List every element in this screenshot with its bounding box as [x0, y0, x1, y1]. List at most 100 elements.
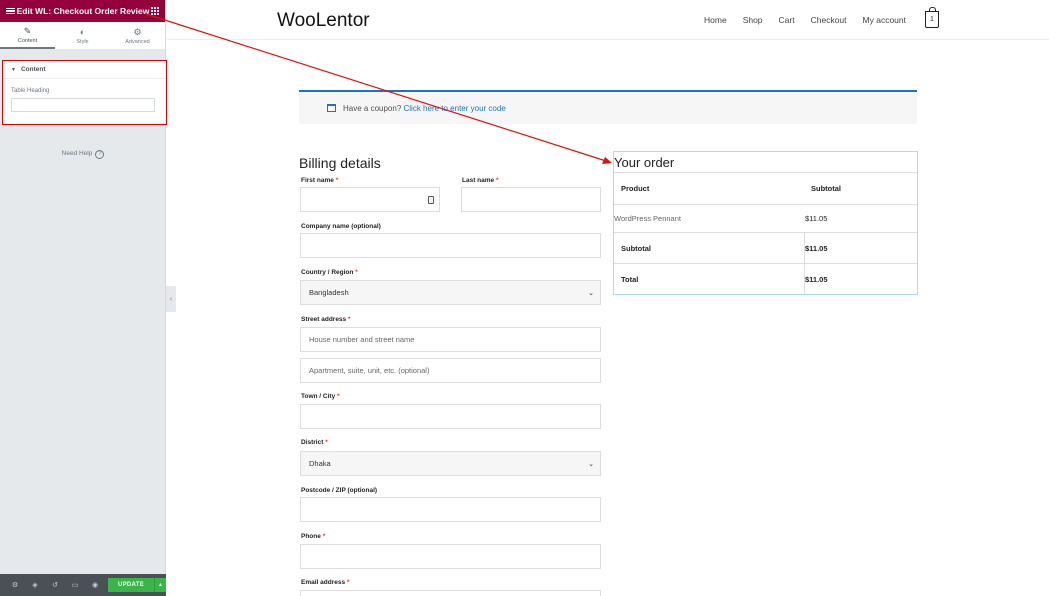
- required-mark: *: [325, 439, 328, 446]
- annotation-arrow-head: [602, 157, 612, 164]
- district-label-text: District: [301, 439, 324, 446]
- required-mark: *: [322, 533, 326, 540]
- required-mark: *: [346, 579, 350, 586]
- preview-eye-icon[interactable]: ◉: [85, 581, 105, 589]
- content-controls-section: ▼ Content Table Heading: [2, 60, 167, 125]
- panel-header: Edit WL: Checkout Order Review: [0, 0, 165, 22]
- last-name-input[interactable]: [461, 187, 601, 212]
- country-value: Bangladesh: [309, 288, 349, 297]
- email-label: Email address *: [301, 579, 349, 586]
- last-name-label: Last name *: [462, 177, 499, 184]
- subtotal-row: Subtotal $11.05: [614, 232, 917, 263]
- phone-label-text: Phone: [301, 533, 321, 540]
- item-name: WordPress Pennant: [614, 214, 681, 223]
- autofill-key-icon[interactable]: ⋮: [428, 196, 434, 204]
- required-mark: *: [355, 269, 358, 276]
- order-review-widget[interactable]: Your order Product Subtotal WordPress Pe…: [613, 151, 918, 295]
- tab-advanced[interactable]: ⚙ Advanced: [110, 22, 165, 49]
- total-label: Total: [621, 274, 639, 284]
- email-input[interactable]: [300, 590, 601, 596]
- country-label: Country / Region *: [301, 269, 358, 276]
- history-icon[interactable]: ↺: [45, 581, 65, 589]
- total-row: Total $11.05: [614, 263, 917, 294]
- table-header-row: Product Subtotal: [614, 172, 917, 204]
- tab-content[interactable]: ✎ Content: [0, 22, 55, 49]
- required-mark: *: [337, 393, 340, 400]
- panel-tabs: ✎ Content ◐ Style ⚙ Advanced: [0, 22, 165, 50]
- navigator-icon[interactable]: ◈: [25, 581, 45, 589]
- table-heading-label: Table Heading: [11, 88, 50, 94]
- city-label-text: Town / City: [301, 393, 336, 400]
- table-heading-input[interactable]: [11, 98, 155, 112]
- tab-style[interactable]: ◐ Style: [55, 22, 110, 49]
- site-logo[interactable]: WooLentor: [277, 10, 370, 32]
- last-name-label-text: Last name: [462, 177, 495, 184]
- responsive-icon[interactable]: ▭: [65, 581, 85, 589]
- site-header: WooLentor Home Shop Cart Checkout My acc…: [167, 0, 1049, 40]
- col-product: Product: [621, 184, 650, 193]
- street-input[interactable]: House number and street name: [300, 327, 601, 352]
- coupon-text: Have a coupon?: [343, 103, 402, 113]
- chevron-left-icon: ‹: [169, 295, 173, 303]
- district-select[interactable]: Dhaka ⌄: [300, 451, 601, 476]
- section-title: Content: [20, 66, 46, 73]
- tab-content-label: Content: [17, 37, 38, 44]
- email-label-text: Email address: [301, 579, 346, 586]
- city-label: Town / City *: [301, 393, 340, 400]
- subtotal-label: Subtotal: [621, 243, 651, 253]
- nav-shop[interactable]: Shop: [743, 15, 763, 25]
- collapse-panel-handle[interactable]: ‹: [166, 286, 176, 312]
- total-value: $11.05: [805, 274, 828, 284]
- street2-input[interactable]: Apartment, suite, unit, etc. (optional): [300, 358, 601, 383]
- contrast-icon: ◐: [79, 26, 86, 37]
- pencil-icon: ✎: [23, 25, 32, 36]
- tab-style-label: Style: [76, 38, 89, 45]
- nav-home[interactable]: Home: [704, 15, 727, 25]
- country-label-text: Country / Region: [301, 269, 354, 276]
- gear-icon: ⚙: [133, 26, 142, 37]
- panel-title: Edit WL: Checkout Order Review: [16, 6, 150, 16]
- street-label: Street address *: [301, 316, 351, 323]
- need-help-label: Need Help: [61, 150, 93, 157]
- panel-footer: ⚙ ◈ ↺ ▭ ◉ UPDATE ▲: [0, 574, 166, 596]
- city-input[interactable]: [300, 404, 601, 429]
- district-value: Dhaka: [309, 459, 331, 468]
- nav-checkout[interactable]: Checkout: [811, 15, 847, 25]
- nav-my-account[interactable]: My account: [863, 15, 906, 25]
- subtotal-value: $11.05: [805, 243, 828, 253]
- chevron-down-icon: ⌄: [588, 289, 594, 297]
- nav-cart[interactable]: Cart: [779, 15, 795, 25]
- elementor-panel: Edit WL: Checkout Order Review ✎ Content…: [0, 0, 167, 596]
- calendar-icon: [327, 104, 336, 112]
- required-mark: *: [347, 316, 351, 323]
- update-button[interactable]: UPDATE: [108, 578, 154, 592]
- phone-label: Phone *: [301, 533, 325, 540]
- billing-title: Billing details: [299, 155, 381, 171]
- menu-icon[interactable]: [6, 7, 15, 15]
- caret-down-icon: ▼: [11, 66, 16, 73]
- cart-bag-icon[interactable]: 1: [925, 7, 939, 28]
- coupon-text-wrap: Have a coupon? Click here to enter your …: [343, 104, 506, 113]
- first-name-label: First name *: [301, 177, 338, 184]
- order-title: Your order: [614, 155, 675, 170]
- section-toggle-content[interactable]: ▼ Content: [3, 61, 166, 79]
- table-row: WordPress Pennant $11.05: [614, 204, 917, 232]
- coupon-link[interactable]: Click here to enter your code: [404, 104, 506, 113]
- postcode-input[interactable]: [300, 497, 601, 522]
- country-select[interactable]: Bangladesh ⌄: [300, 280, 601, 305]
- phone-input[interactable]: [300, 544, 601, 569]
- postcode-label: Postcode / ZIP (optional): [301, 487, 378, 494]
- chevron-down-icon: ⌄: [588, 460, 594, 468]
- company-label: Company name (optional): [301, 223, 381, 230]
- widgets-grid-icon[interactable]: [151, 7, 159, 15]
- required-mark: *: [495, 177, 499, 184]
- update-options-icon[interactable]: ▲: [154, 578, 166, 592]
- first-name-input[interactable]: ⋮: [300, 187, 440, 212]
- need-help-link[interactable]: Need Help?: [0, 150, 166, 159]
- main-nav: Home Shop Cart Checkout My account: [688, 15, 906, 25]
- settings-icon[interactable]: ⚙: [5, 581, 25, 589]
- coupon-notice: Have a coupon? Click here to enter your …: [299, 90, 917, 124]
- street-label-text: Street address: [301, 316, 347, 323]
- order-table: Product Subtotal WordPress Pennant $11.0…: [614, 172, 917, 294]
- company-input[interactable]: [300, 233, 601, 258]
